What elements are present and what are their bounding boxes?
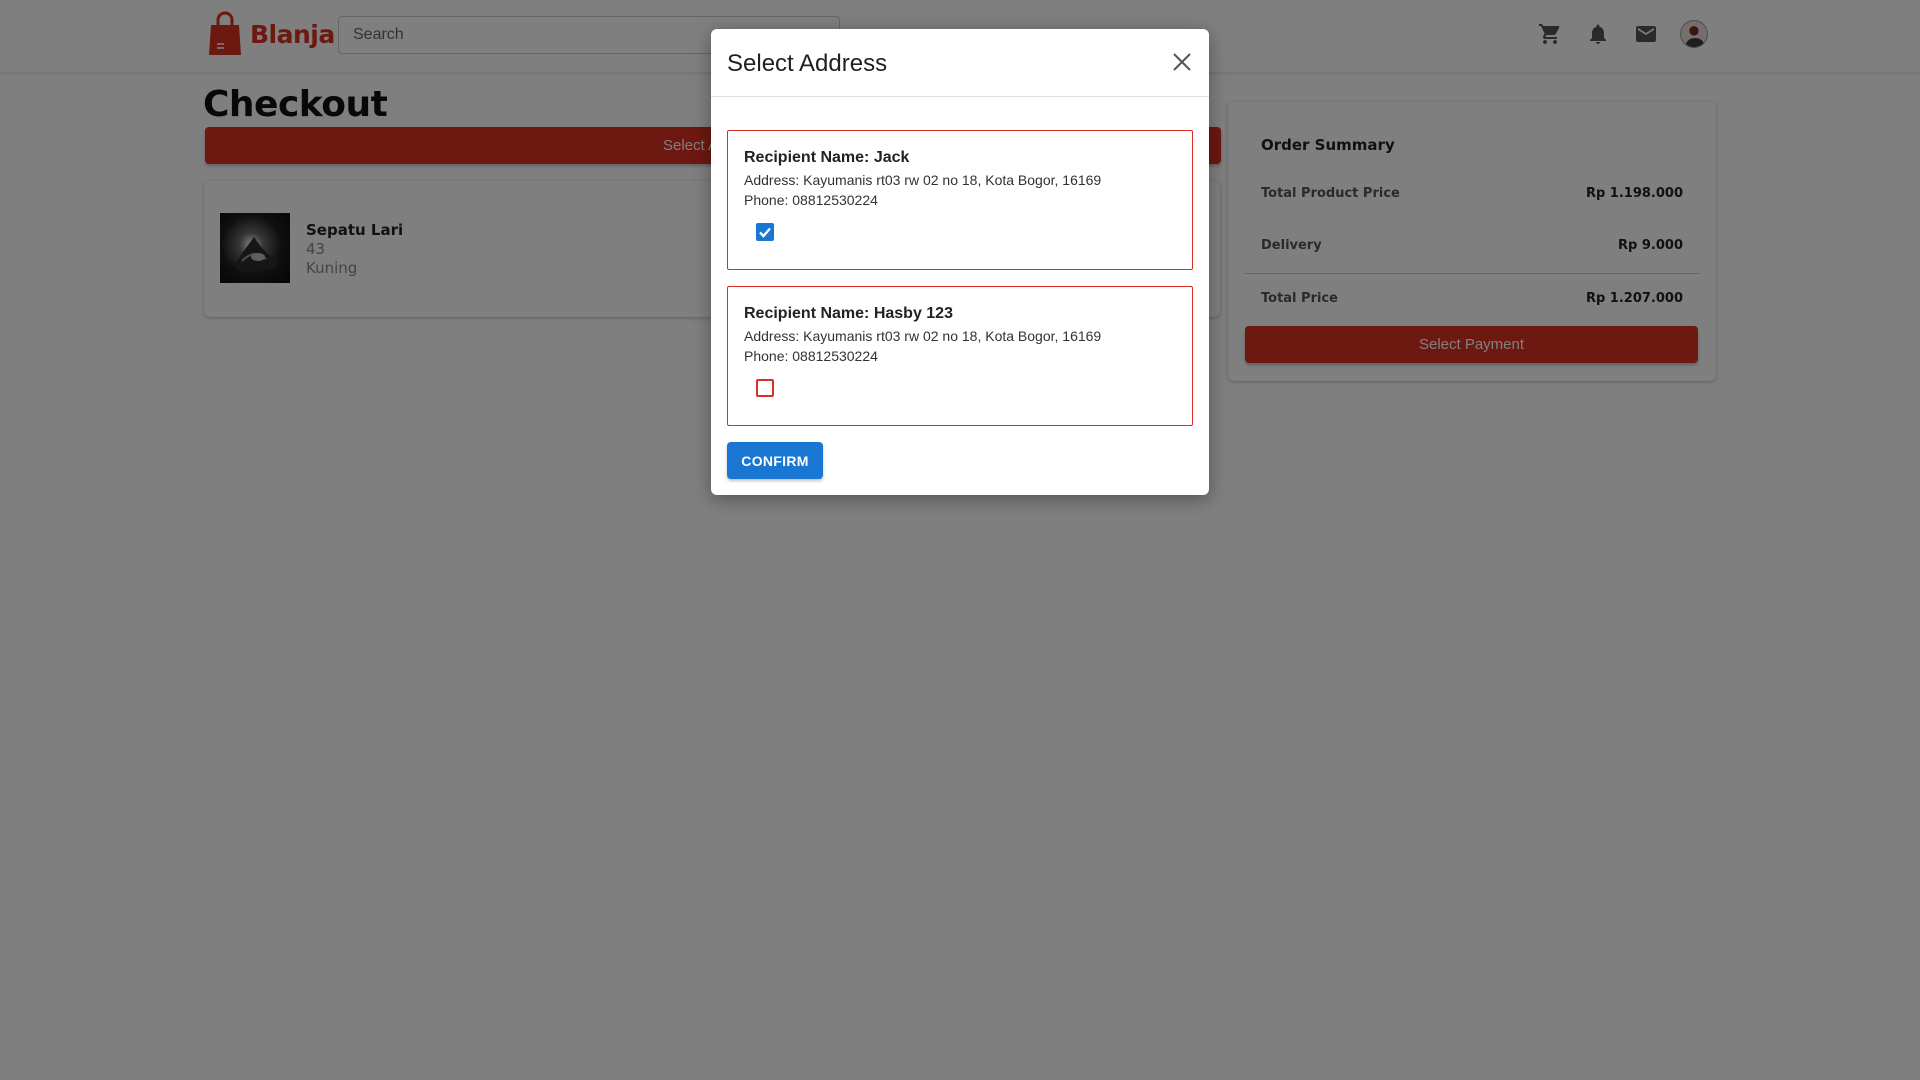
phone-text: Phone: 08812530224 (744, 348, 878, 364)
recipient-name: Recipient Name: Jack (744, 149, 910, 166)
address-text: Address: Kayumanis rt03 rw 02 no 18, Kot… (744, 172, 1102, 188)
close-icon (1173, 53, 1191, 71)
address-card[interactable]: Recipient Name: Jack Address: Kayumanis … (727, 130, 1193, 270)
address-checkbox[interactable] (756, 379, 774, 397)
address-card[interactable]: Recipient Name: Hasby 123 Address: Kayum… (727, 286, 1193, 426)
address-checkbox[interactable] (756, 223, 774, 241)
checkmark-icon (759, 227, 771, 238)
select-address-dialog: Select Address Recipient Name: Jack Addr… (711, 29, 1209, 495)
dialog-title: Select Address (727, 50, 888, 77)
phone-text: Phone: 08812530224 (744, 192, 878, 208)
dialog-header: Select Address (711, 29, 1209, 97)
close-button[interactable] (1171, 51, 1193, 73)
confirm-button[interactable]: CONFIRM (727, 442, 823, 479)
address-text: Address: Kayumanis rt03 rw 02 no 18, Kot… (744, 328, 1102, 344)
recipient-name: Recipient Name: Hasby 123 (744, 305, 953, 322)
